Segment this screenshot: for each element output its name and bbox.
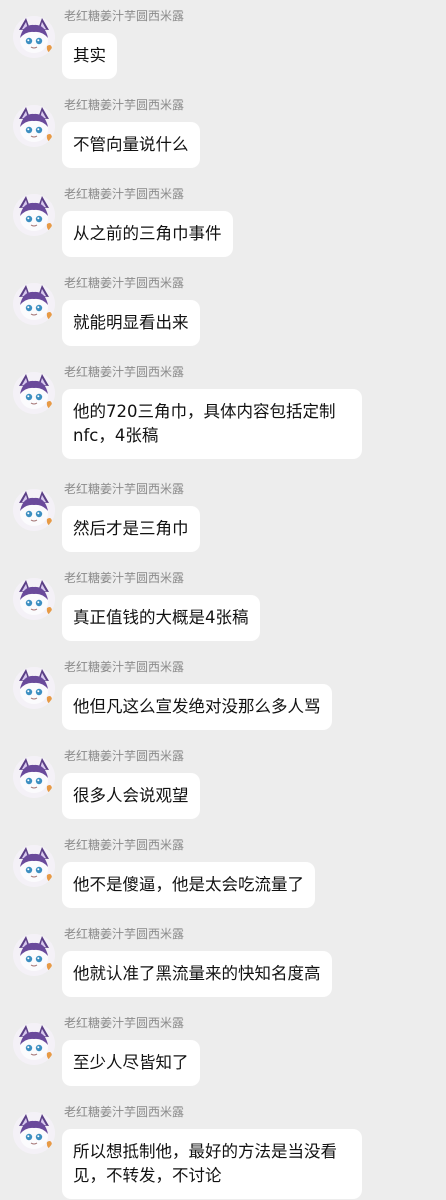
message-bubble[interactable]: 从之前的三角巾事件 (62, 211, 233, 257)
avatar-icon[interactable] (13, 756, 55, 798)
message-bubble[interactable]: 其实 (62, 33, 117, 79)
avatar-icon[interactable] (13, 372, 55, 414)
avatar-icon[interactable] (13, 845, 55, 887)
sender-name: 老红糖姜汁芋圆西米露 (64, 98, 185, 112)
sender-name: 老红糖姜汁芋圆西米露 (64, 365, 185, 379)
sender-name: 老红糖姜汁芋圆西米露 (64, 482, 185, 496)
message-bubble[interactable]: 所以想抵制他，最好的方法是当没看见，不转发，不讨论 (62, 1129, 362, 1199)
message-bubble[interactable]: 不管向量说什么 (62, 122, 200, 168)
sender-name: 老红糖姜汁芋圆西米露 (64, 276, 185, 290)
avatar-icon[interactable] (13, 1023, 55, 1065)
chat-message-list[interactable]: 老红糖姜汁芋圆西米露 其实 老红糖姜汁芋圆西米露 不管向量说什么 老红糖姜汁芋圆… (0, 0, 446, 1200)
sender-name: 老红糖姜汁芋圆西米露 (64, 1105, 185, 1119)
avatar-icon[interactable] (13, 105, 55, 147)
sender-name: 老红糖姜汁芋圆西米露 (64, 9, 185, 23)
avatar-icon[interactable] (13, 934, 55, 976)
avatar-icon[interactable] (13, 578, 55, 620)
sender-name: 老红糖姜汁芋圆西米露 (64, 838, 185, 852)
avatar-icon[interactable] (13, 489, 55, 531)
message-bubble[interactable]: 至少人尽皆知了 (62, 1040, 200, 1086)
message-bubble[interactable]: 他不是傻逼，他是太会吃流量了 (62, 862, 315, 908)
message-bubble[interactable]: 很多人会说观望 (62, 773, 200, 819)
sender-name: 老红糖姜汁芋圆西米露 (64, 749, 185, 763)
avatar-icon[interactable] (13, 16, 55, 58)
sender-name: 老红糖姜汁芋圆西米露 (64, 187, 185, 201)
avatar-icon[interactable] (13, 667, 55, 709)
avatar-icon[interactable] (13, 194, 55, 236)
sender-name: 老红糖姜汁芋圆西米露 (64, 660, 185, 674)
avatar-icon[interactable] (13, 1112, 55, 1154)
sender-name: 老红糖姜汁芋圆西米露 (64, 1016, 185, 1030)
message-bubble[interactable]: 真正值钱的大概是4张稿 (62, 595, 260, 641)
message-bubble[interactable]: 他就认准了黑流量来的快知名度高 (62, 951, 332, 997)
sender-name: 老红糖姜汁芋圆西米露 (64, 927, 185, 941)
message-bubble[interactable]: 然后才是三角巾 (62, 506, 200, 552)
message-bubble[interactable]: 就能明显看出来 (62, 300, 200, 346)
avatar-icon[interactable] (13, 283, 55, 325)
message-bubble[interactable]: 他但凡这么宣发绝对没那么多人骂 (62, 684, 332, 730)
message-bubble[interactable]: 他的720三角巾，具体内容包括定制nfc，4张稿 (62, 389, 362, 459)
sender-name: 老红糖姜汁芋圆西米露 (64, 571, 185, 585)
